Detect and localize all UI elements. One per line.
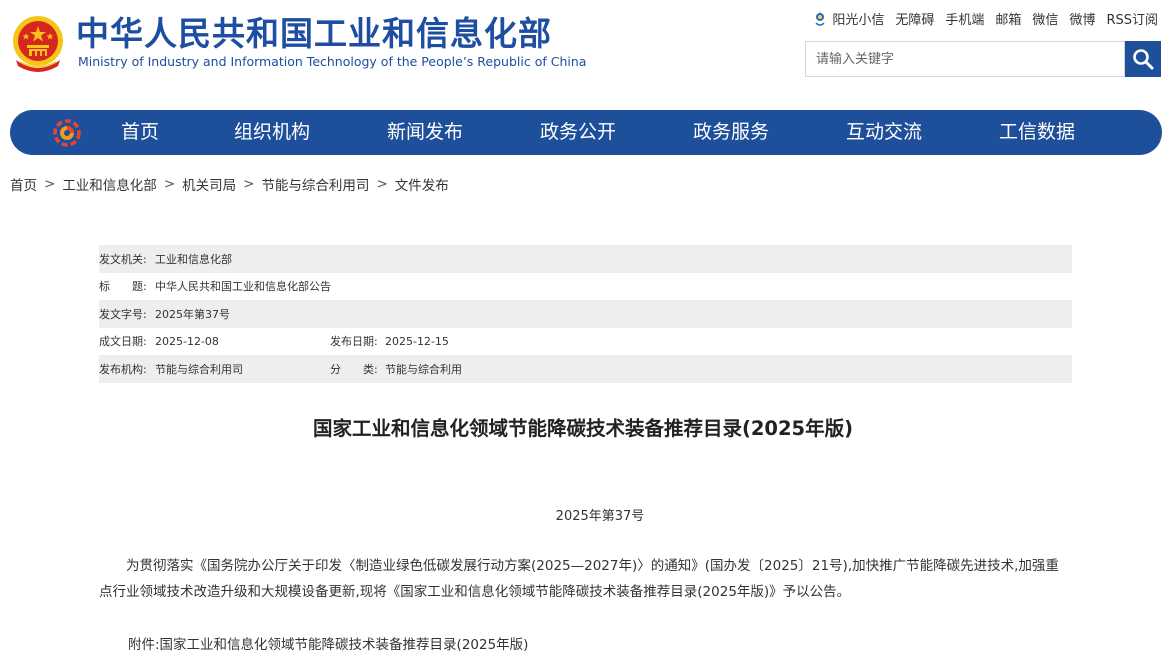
search-input[interactable] xyxy=(805,41,1125,77)
search-button[interactable] xyxy=(1125,41,1161,77)
breadcrumb-departments[interactable]: 机关司局 xyxy=(182,174,236,194)
meta-created-value: 2025-12-08 xyxy=(155,334,219,348)
nav-home[interactable]: 首页 xyxy=(121,110,159,155)
nav-interaction[interactable]: 互动交流 xyxy=(846,110,922,155)
site-title-en[interactable]: Ministry of Industry and Information Tec… xyxy=(78,54,586,69)
meta-label: 分 类: xyxy=(330,362,378,376)
rss-link[interactable]: RSS订阅 xyxy=(1106,9,1158,28)
accessibility-link[interactable]: 无障碍 xyxy=(895,9,934,28)
site-header: 中华人民共和国工业和信息化部 Ministry of Industry and … xyxy=(0,0,1166,100)
meta-row-title: 标 题: 中华人民共和国工业和信息化部公告 xyxy=(99,273,1072,301)
miit-logo-icon[interactable] xyxy=(52,118,82,148)
top-link-label: 阳光小信 xyxy=(832,13,885,28)
breadcrumb-home[interactable]: 首页 xyxy=(10,174,37,194)
meta-published-value: 2025-12-15 xyxy=(385,334,449,348)
meta-title-value: 中华人民共和国工业和信息化部公告 xyxy=(155,280,331,294)
national-emblem-icon[interactable] xyxy=(10,14,66,74)
weibo-link[interactable]: 微博 xyxy=(1069,9,1095,28)
mascot-icon xyxy=(815,10,825,26)
nav-organization[interactable]: 组织机构 xyxy=(234,110,310,155)
attachment-link[interactable]: 附件:国家工业和信息化领域节能降碳技术装备推荐目录(2025年版) xyxy=(128,633,528,653)
breadcrumb-energy-department[interactable]: 节能与综合利用司 xyxy=(261,174,369,194)
main-nav: 首页 组织机构 新闻发布 政务公开 政务服务 互动交流 工信数据 xyxy=(10,110,1162,155)
top-links: 阳光小信 无障碍 手机端 邮箱 微信 微博 RSS订阅 xyxy=(802,9,1158,28)
meta-row-doc-number: 发文字号: 2025年第37号 xyxy=(99,300,1072,328)
meta-doc-number-value: 2025年第37号 xyxy=(155,307,230,321)
meta-row-org: 发布机构: 节能与综合利用司 分 类: 节能与综合利用 xyxy=(99,355,1072,383)
wechat-link[interactable]: 微信 xyxy=(1032,9,1058,28)
meta-label: 发布日期: xyxy=(330,335,378,349)
document-paragraph: 为贯彻落实《国务院办公厅关于印发〈制造业绿色低碳发展行动方案(2025—2027… xyxy=(99,558,1059,600)
nav-data[interactable]: 工信数据 xyxy=(999,110,1075,155)
meta-label: 发文机关: xyxy=(99,252,147,266)
document-title: 国家工业和信息化领域节能降碳技术装备推荐目录(2025年版) xyxy=(312,417,854,440)
breadcrumb-separator: > xyxy=(44,176,56,192)
nav-government-services[interactable]: 政务服务 xyxy=(693,110,769,155)
meta-label: 成文日期: xyxy=(99,335,147,349)
meta-row-issuer: 发文机关: 工业和信息化部 xyxy=(99,245,1072,273)
meta-category-value: 节能与综合利用 xyxy=(385,362,462,376)
mobile-link[interactable]: 手机端 xyxy=(945,9,984,28)
meta-issuer-value: 工业和信息化部 xyxy=(155,252,232,266)
document-meta-table: 发文机关: 工业和信息化部 标 题: 中华人民共和国工业和信息化部公告 发文字号… xyxy=(99,245,1072,383)
breadcrumb-separator: > xyxy=(376,176,388,192)
search-icon xyxy=(1133,49,1154,70)
breadcrumb: 首页 > 工业和信息化部 > 机关司局 > 节能与综合利用司 > 文件发布 xyxy=(10,174,449,194)
breadcrumb-ministry[interactable]: 工业和信息化部 xyxy=(62,174,157,194)
site-title-cn[interactable]: 中华人民共和国工业和信息化部 xyxy=(76,14,552,54)
nav-news[interactable]: 新闻发布 xyxy=(387,110,463,155)
meta-row-dates: 成文日期: 2025-12-08 发布日期: 2025-12-15 xyxy=(99,328,1072,356)
breadcrumb-separator: > xyxy=(243,176,255,192)
meta-org-value: 节能与综合利用司 xyxy=(155,362,243,376)
mailbox-link[interactable]: 邮箱 xyxy=(995,9,1021,28)
meta-label: 发文字号: xyxy=(99,307,147,321)
breadcrumb-documents[interactable]: 文件发布 xyxy=(395,174,449,194)
sunshine-xiaoxin-link[interactable]: 阳光小信 xyxy=(813,9,884,28)
meta-label: 标 题: xyxy=(99,280,147,294)
document-number: 2025年第37号 xyxy=(555,509,645,524)
breadcrumb-separator: > xyxy=(163,176,176,192)
meta-label: 发布机构: xyxy=(99,362,147,376)
nav-government-affairs[interactable]: 政务公开 xyxy=(540,110,616,155)
